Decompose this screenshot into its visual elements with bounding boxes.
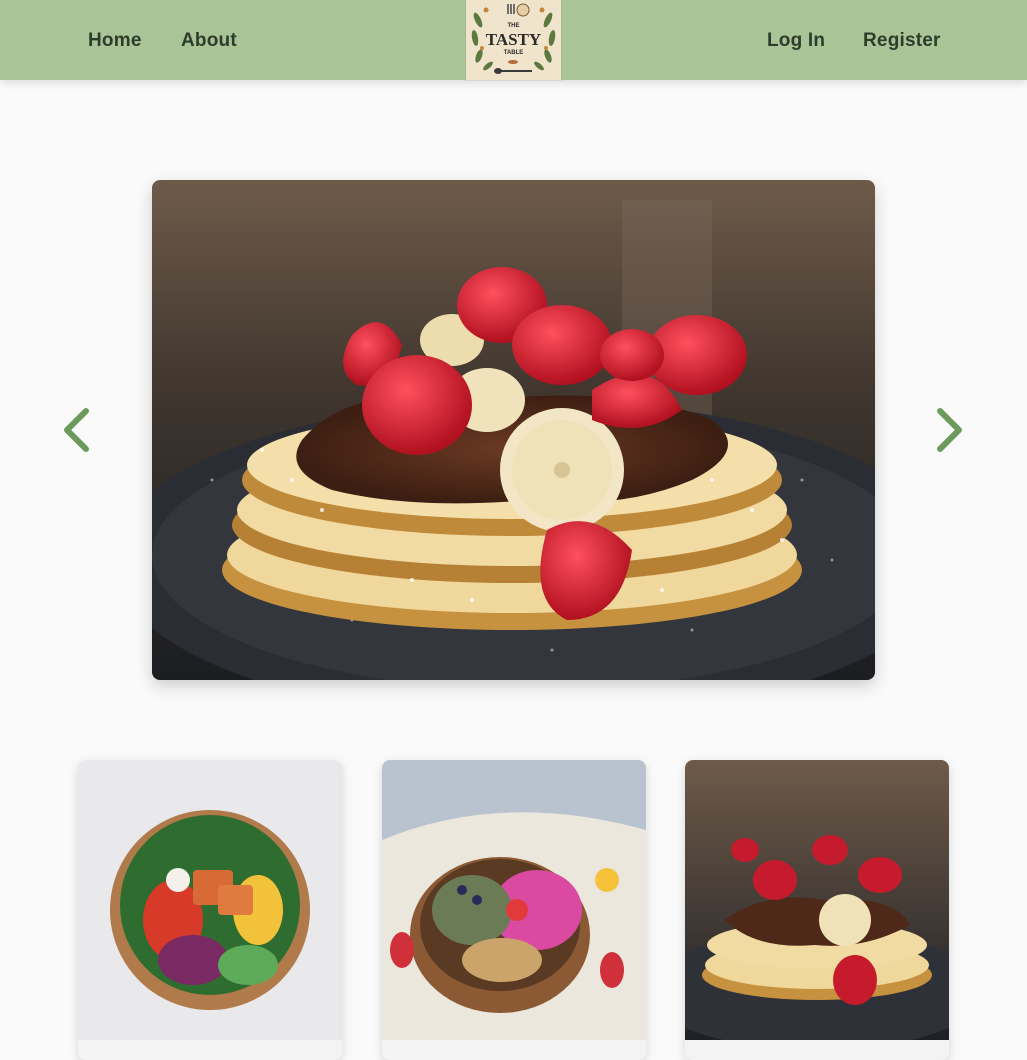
logo-text-the: THE bbox=[508, 23, 520, 29]
logo-text-tasty: TASTY bbox=[486, 30, 541, 49]
nav-login-link[interactable]: Log In bbox=[767, 28, 825, 54]
recipe-card-image[interactable] bbox=[685, 760, 949, 1050]
recipe-card[interactable] bbox=[78, 760, 342, 1060]
recipe-card[interactable] bbox=[382, 760, 646, 1060]
chevron-left-icon bbox=[64, 408, 89, 452]
site-logo[interactable]: THE TASTY TABLE bbox=[466, 0, 561, 80]
recipe-card-image[interactable] bbox=[382, 760, 646, 1040]
nav-home-link[interactable]: Home bbox=[88, 28, 142, 54]
carousel-next-button[interactable] bbox=[930, 400, 970, 460]
recipe-card-image[interactable] bbox=[78, 760, 342, 1040]
navbar: Home About THE TASTY TABLE Log In Regist… bbox=[0, 0, 1027, 80]
carousel-slide-image[interactable] bbox=[152, 180, 875, 680]
recipe-card-footer bbox=[685, 1040, 949, 1060]
carousel-prev-button[interactable] bbox=[56, 400, 96, 460]
recipe-card-footer bbox=[78, 1040, 342, 1060]
nav-about-link[interactable]: About bbox=[181, 28, 237, 54]
recipe-card-footer bbox=[382, 1040, 646, 1060]
logo-text-table: TABLE bbox=[504, 50, 524, 56]
nav-register-link[interactable]: Register bbox=[863, 28, 941, 54]
chevron-right-icon bbox=[937, 408, 962, 452]
recipe-card[interactable] bbox=[685, 760, 949, 1060]
